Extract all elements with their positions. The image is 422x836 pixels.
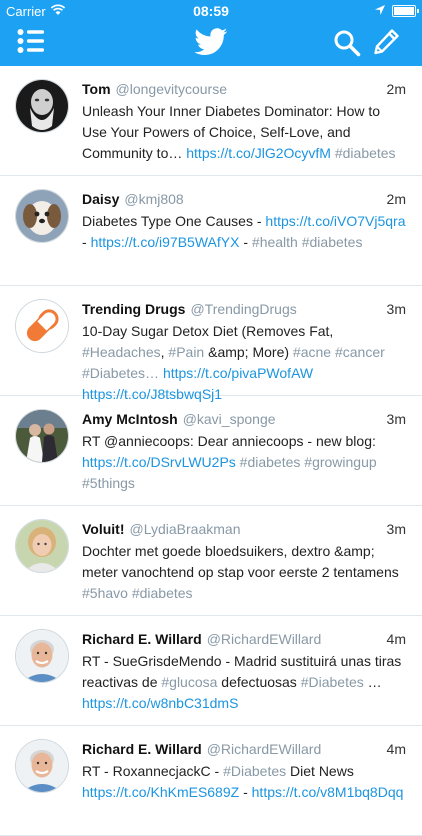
author-name[interactable]: Voluit! [82,521,125,537]
tweet-row[interactable]: Trending Drugs @TrendingDrugs 3m 10-Day Sug… [0,286,422,402]
battery-icon [392,5,419,17]
tweet-text-segment: RT - RoxannecjackC - [82,763,224,779]
compose-icon[interactable] [372,28,400,56]
hashtag[interactable]: #Diabetes… [82,365,159,381]
tweet-link[interactable]: https://t.co/pivaPWofAW [163,365,313,381]
author-handle[interactable]: @kavi_sponge [183,411,276,427]
twitter-bird-icon [194,28,228,56]
author-handle[interactable]: @RichardEWillard [207,631,322,647]
list-icon[interactable] [17,28,45,54]
tweet-text: 10-Day Sugar Detox Diet (Removes Fat, #H… [82,321,407,405]
tweet-feed[interactable]: Tom @longevitycourse 2m Unleash Your Inner … [0,66,422,836]
avatar[interactable] [15,189,69,243]
hashtag[interactable]: #5havo [82,585,128,601]
tweet-link[interactable]: https://t.co/DSrvLWU2Ps [82,454,236,470]
author-name[interactable]: Trending Drugs [82,301,185,317]
tweet-author[interactable]: Tom @longevitycourse [82,81,227,97]
avatar[interactable] [15,299,69,353]
tweet-text-segment: Diabetes Type One Causes - [82,213,266,229]
avatar[interactable] [15,629,69,683]
author-name[interactable]: Amy McIntosh [82,411,178,427]
tweet-author[interactable]: Amy McIntosh @kavi_sponge [82,411,276,427]
tweet-timestamp: 4m [386,741,406,757]
hashtag[interactable]: #diabetes [302,234,363,250]
tweet-text: Unleash Your Inner Diabetes Dominator: H… [82,101,407,164]
tweet-row[interactable]: Amy McIntosh @kavi_sponge 3m RT @anniecoops… [0,396,422,506]
hashtag[interactable]: #Pain [168,344,204,360]
tweet-row[interactable]: Daisy @kmj808 2m Diabetes Type One Causes -… [0,176,422,286]
hashtag[interactable]: #cancer [335,344,385,360]
tweet-text-segment: - [239,234,252,250]
hashtag[interactable]: #Diabetes [301,674,364,690]
tweet-text-segment: - [82,234,91,250]
avatar[interactable] [15,79,69,133]
hashtag[interactable]: #diabetes [240,454,301,470]
status-time: 08:59 [193,3,229,19]
tweet-text-segment: defectuosas [217,674,301,690]
tweet-link[interactable]: https://t.co/i97B5WAfYX [91,234,240,250]
search-icon[interactable] [333,29,361,57]
tweet-text-segment: RT @anniecoops: Dear anniecoops - new bl… [82,433,376,449]
tweet-link[interactable]: https://t.co/JlG2OcyvfM [186,145,331,161]
tweet-timestamp: 2m [386,191,406,207]
tweet-text-segment: … [363,674,382,690]
author-handle[interactable]: @RichardEWillard [207,741,322,757]
tweet-text-segment: &amp; More) [204,344,293,360]
tweet-author[interactable]: Voluit! @LydiaBraakman [82,521,240,537]
author-name[interactable]: Richard E. Willard [82,741,202,757]
hashtag[interactable]: #diabetes [132,585,193,601]
tweet-link[interactable]: https://t.co/KhKmES689Z [82,784,239,800]
tweet-text-segment: Dochter met goede bloedsuikers, dextro &… [82,543,399,580]
tweet-timestamp: 4m [386,631,406,647]
tweet-row[interactable]: Richard E. Willard @RichardEWillard 4m RT -… [0,726,422,836]
author-name[interactable]: Tom [82,81,111,97]
tweet-author[interactable]: Richard E. Willard @RichardEWillard [82,741,321,757]
tweet-row[interactable]: Tom @longevitycourse 2m Unleash Your Inner … [0,66,422,176]
tweet-text: Diabetes Type One Causes - https://t.co/… [82,211,407,253]
tweet-link[interactable]: https://t.co/v8M1bq8Dqq [252,784,404,800]
tweet-timestamp: 3m [386,521,406,537]
tweet-author[interactable]: Daisy @kmj808 [82,191,184,207]
tweet-text: Dochter met goede bloedsuikers, dextro &… [82,541,407,604]
hashtag[interactable]: #acne [293,344,331,360]
author-handle[interactable]: @kmj808 [124,191,183,207]
author-name[interactable]: Richard E. Willard [82,631,202,647]
tweet-author[interactable]: Richard E. Willard @RichardEWillard [82,631,321,647]
tweet-row[interactable]: Richard E. Willard @RichardEWillard 4m RT -… [0,616,422,726]
status-bar: Carrier 08:59 [0,0,422,22]
hashtag[interactable]: #Diabetes [223,763,286,779]
author-handle[interactable]: @LydiaBraakman [130,521,241,537]
hashtag[interactable]: #diabetes [335,145,396,161]
tweet-text-segment: Diet News [286,763,354,779]
hashtag[interactable]: #growingup [304,454,376,470]
avatar[interactable] [15,519,69,573]
navigation-bar: Carrier 08:59 [0,0,422,66]
avatar[interactable] [15,409,69,463]
author-handle[interactable]: @TrendingDrugs [190,301,296,317]
tweet-text-segment: 10-Day Sugar Detox Diet (Removes Fat, [82,323,334,339]
tweet-author[interactable]: Trending Drugs @TrendingDrugs [82,301,297,317]
hashtag[interactable]: #glucosa [161,674,217,690]
tweet-timestamp: 3m [386,411,406,427]
author-handle[interactable]: @longevitycourse [116,81,228,97]
tweet-text-segment: - [239,784,252,800]
author-name[interactable]: Daisy [82,191,119,207]
tweet-link[interactable]: https://t.co/w8nbC31dmS [82,695,238,711]
avatar[interactable] [15,739,69,793]
hashtag[interactable]: #Headaches [82,344,161,360]
tweet-text: RT - RoxannecjackC - #Diabetes Diet News… [82,761,407,803]
tweet-text: RT - SueGrisdeMendo - Madrid sustituirá … [82,651,407,714]
tweet-timestamp: 2m [386,81,406,97]
location-arrow-icon [375,5,385,15]
hashtag[interactable]: #health [252,234,298,250]
hashtag[interactable]: #5things [82,475,135,491]
tweet-timestamp: 3m [386,301,406,317]
tweet-link[interactable]: https://t.co/iVO7Vj5qra [265,213,405,229]
tweet-text: RT @anniecoops: Dear anniecoops - new bl… [82,431,407,494]
tweet-row[interactable]: Voluit! @LydiaBraakman 3m Dochter met goede… [0,506,422,616]
